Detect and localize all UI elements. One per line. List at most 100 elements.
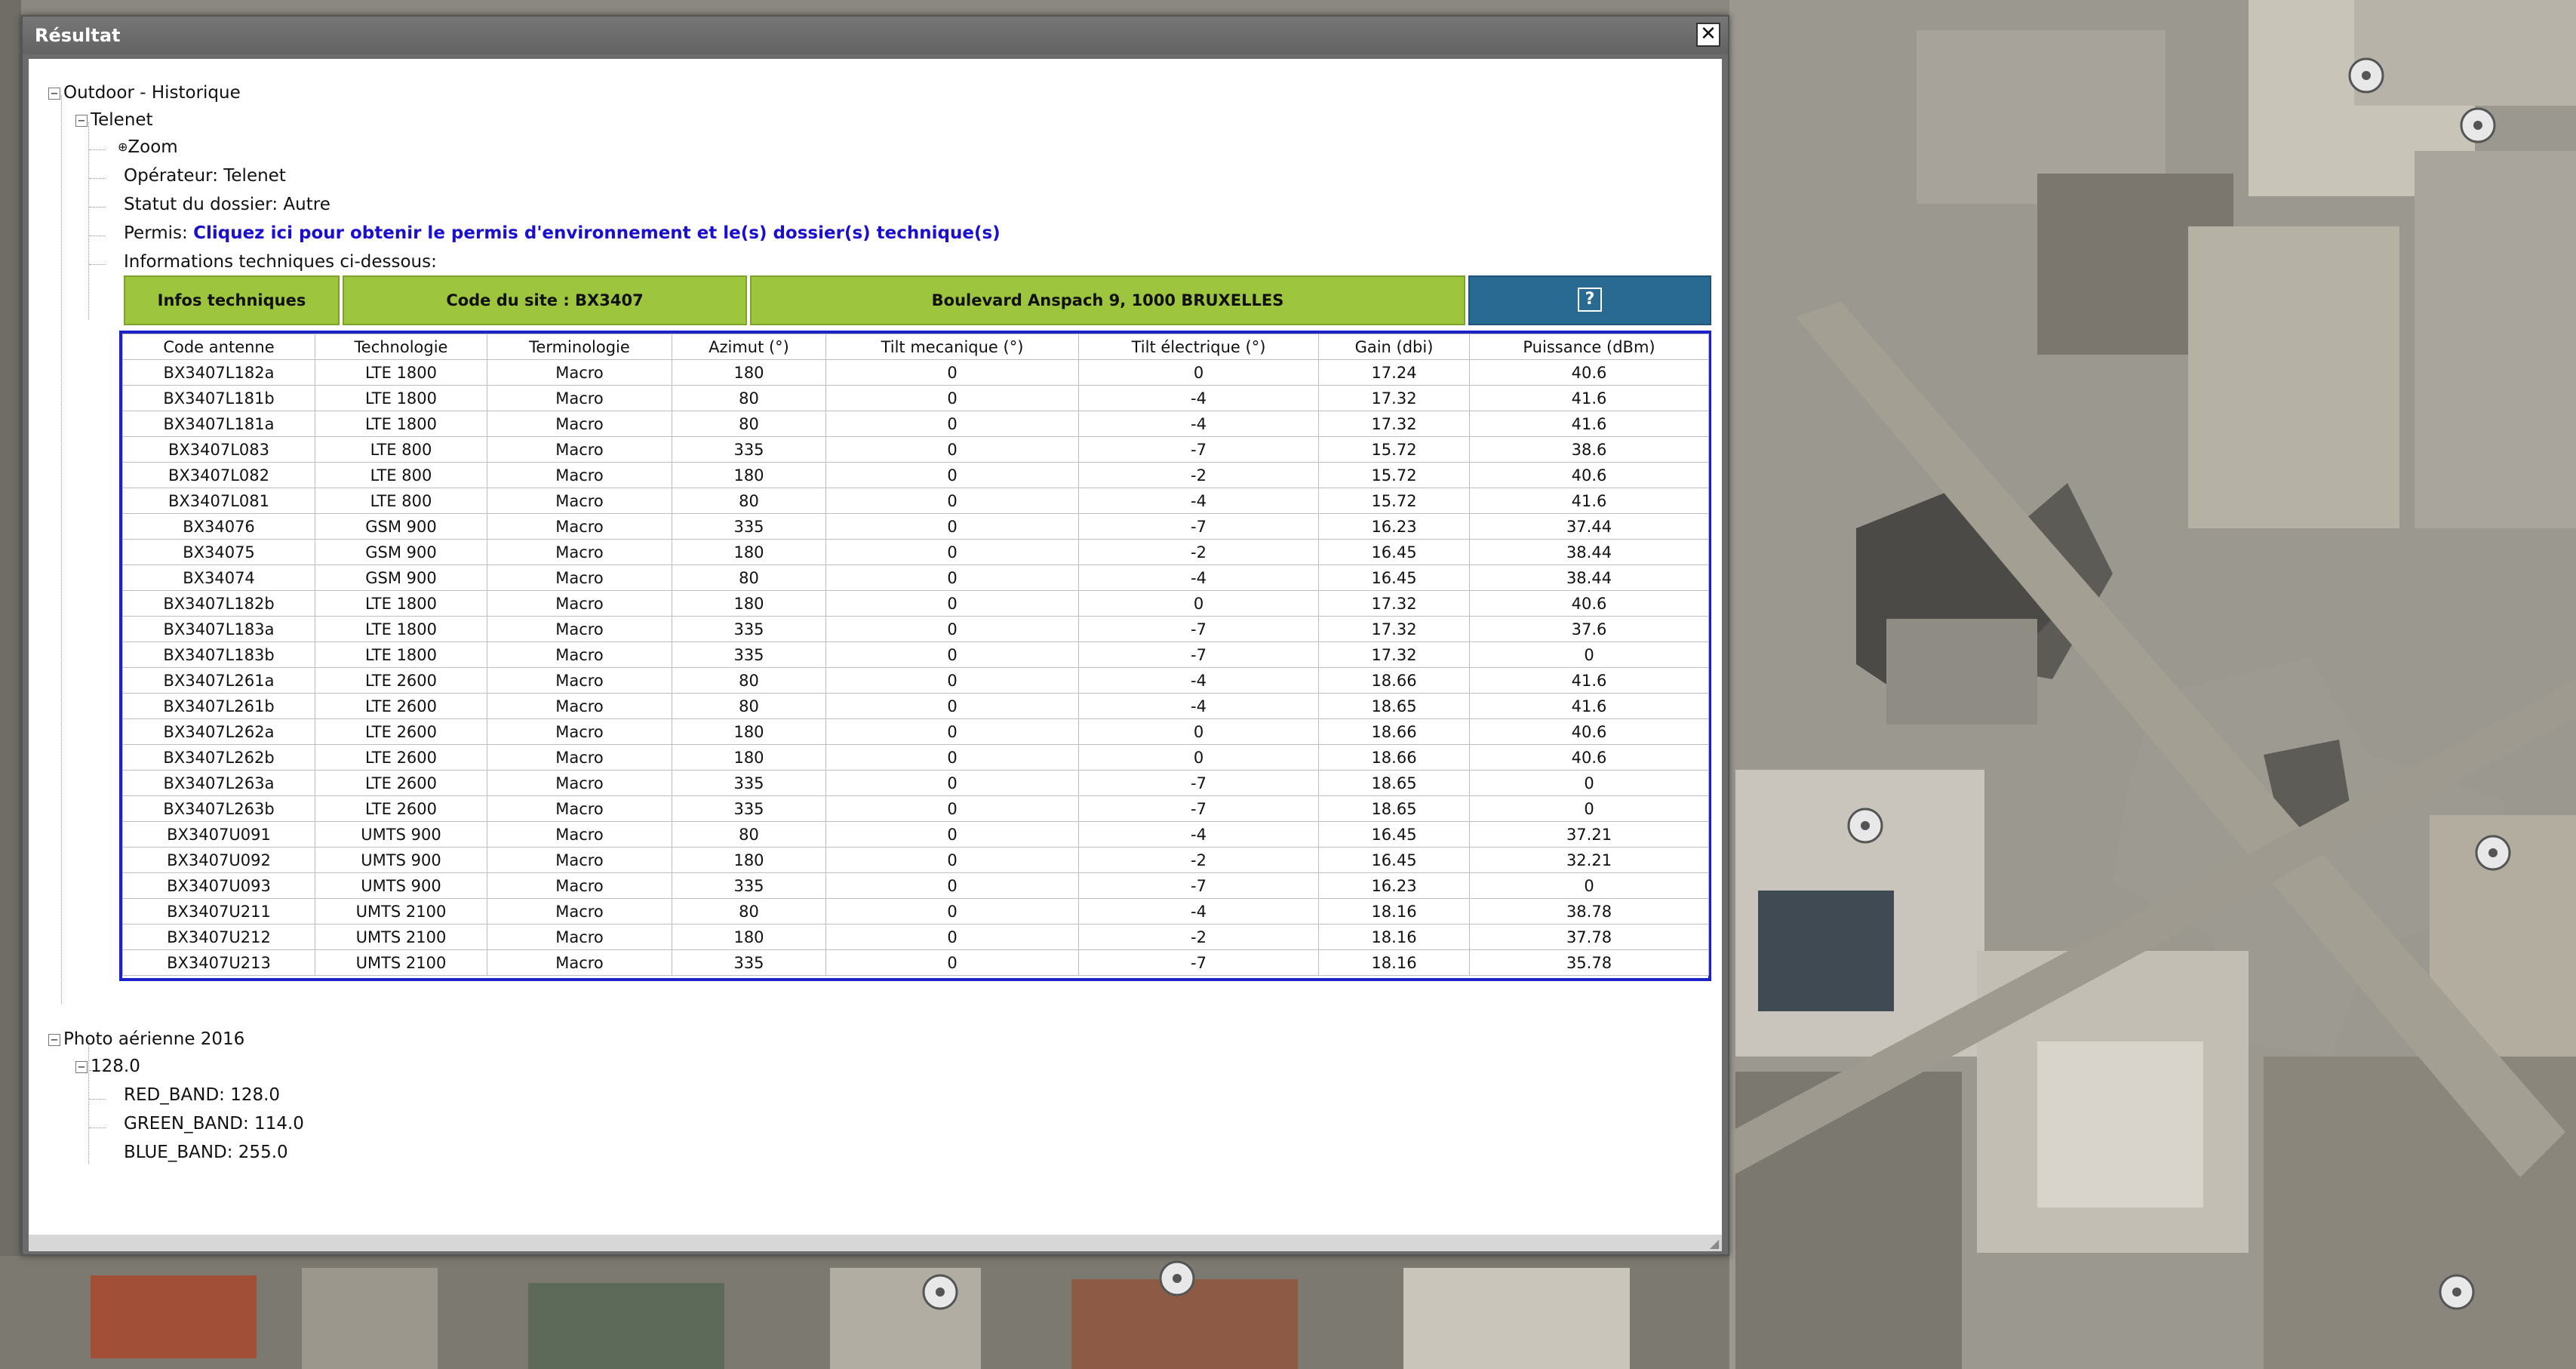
table-cell: Macro [487, 770, 672, 796]
table-cell: Macro [487, 359, 672, 386]
table-cell: -4 [1078, 385, 1319, 411]
antenna-marker-icon[interactable] [2348, 57, 2384, 94]
antenna-marker-icon[interactable] [2460, 107, 2496, 143]
table-cell: -7 [1078, 641, 1319, 668]
table-cell: Macro [487, 924, 672, 950]
table-row: BX3407L263b LTE 2600 Macro 335 0 -7 18.65 0 [122, 795, 1709, 822]
close-button[interactable]: ✕ [1696, 23, 1720, 47]
table-cell: UMTS 900 [315, 872, 487, 899]
table-row: BX3407L262b LTE 2600 Macro 180 0 0 18.66 40.6 [122, 744, 1709, 771]
table-cell: 16.45 [1318, 539, 1470, 565]
table-cell: Macro [487, 872, 672, 899]
table-row: BX3407L262a LTE 2600 Macro 180 0 0 18.66 40.6 [122, 718, 1709, 745]
table-cell: BX3407U093 [122, 872, 315, 899]
table-cell: LTE 800 [315, 488, 487, 514]
table-cell: 18.66 [1318, 667, 1470, 694]
table-cell: 32.21 [1469, 847, 1709, 873]
antenna-marker-icon[interactable] [1159, 1260, 1195, 1297]
table-cell: 0 [825, 539, 1079, 565]
tree-node-label: 128.0 [91, 1057, 140, 1076]
table-cell: 0 [825, 847, 1079, 873]
table-cell: 0 [825, 744, 1079, 771]
table-cell: -4 [1078, 488, 1319, 514]
window-titlebar[interactable]: Résultat ✕ [23, 17, 1728, 54]
tree-node-photo-aerienne[interactable]: − Photo aérienne 2016 [48, 1028, 244, 1051]
table-cell: 0 [825, 565, 1079, 591]
table-cell: 40.6 [1469, 718, 1709, 745]
table-cell: Macro [487, 744, 672, 771]
table-cell: 335 [672, 513, 826, 540]
column-header: Gain (dbi) [1318, 334, 1470, 360]
table-row: BX34074 GSM 900 Macro 80 0 -4 16.45 38.44 [122, 565, 1709, 591]
result-window[interactable]: Résultat ✕ − Outdoor - Historique − Telene… [21, 15, 1729, 1256]
antenna-marker-icon[interactable] [922, 1274, 958, 1310]
table-cell: Macro [487, 436, 672, 463]
tree-node-telenet[interactable]: − Telenet [75, 109, 153, 131]
table-cell: 16.23 [1318, 513, 1470, 540]
table-cell: 335 [672, 872, 826, 899]
table-cell: GSM 900 [315, 565, 487, 591]
permit-line: Permis: Cliquez ici pour obtenir le perm… [124, 222, 1001, 245]
table-cell: 180 [672, 924, 826, 950]
table-cell: 80 [672, 898, 826, 924]
zoom-link[interactable]: ⊕Zoom [118, 136, 178, 158]
table-cell: 18.16 [1318, 924, 1470, 950]
table-row: BX3407L082 LTE 800 Macro 180 0 -2 15.72 40.6 [122, 462, 1709, 488]
collapse-icon[interactable]: − [48, 87, 60, 100]
table-cell: 17.32 [1318, 411, 1470, 437]
table-cell: BX3407L181b [122, 385, 315, 411]
table-cell: 335 [672, 641, 826, 668]
table-cell: Macro [487, 565, 672, 591]
table-row: BX3407U212 UMTS 2100 Macro 180 0 -2 18.16 37.78 [122, 924, 1709, 950]
table-cell: BX3407L082 [122, 462, 315, 488]
table-cell: 0 [825, 641, 1079, 668]
table-cell: 0 [825, 590, 1079, 617]
table-cell: UMTS 2100 [315, 924, 487, 950]
table-cell: LTE 2600 [315, 718, 487, 745]
table-cell: 0 [825, 949, 1079, 976]
table-cell: 37.6 [1469, 616, 1709, 642]
antenna-marker-icon[interactable] [2475, 835, 2511, 871]
table-cell: 180 [672, 590, 826, 617]
table-cell: BX3407L262b [122, 744, 315, 771]
status-line: Statut du dossier: Autre [124, 195, 330, 214]
table-cell: 38.6 [1469, 436, 1709, 463]
tree-node-128[interactable]: −128.0 [75, 1055, 140, 1078]
table-cell: 335 [672, 949, 826, 976]
table-cell: 0 [825, 513, 1079, 540]
table-cell: 38.78 [1469, 898, 1709, 924]
permit-link[interactable]: Cliquez ici pour obtenir le permis d'env… [193, 223, 1001, 243]
table-cell: BX3407L263a [122, 770, 315, 796]
table-cell: 80 [672, 411, 826, 437]
site-code-cell: Code du site : BX3407 [343, 275, 747, 325]
tree-node-label: Telenet [91, 110, 153, 130]
table-cell: BX34076 [122, 513, 315, 540]
collapse-icon[interactable]: − [75, 114, 88, 127]
table-cell: Macro [487, 795, 672, 822]
table-cell: LTE 800 [315, 436, 487, 463]
table-cell: Macro [487, 821, 672, 848]
table-cell: 17.32 [1318, 616, 1470, 642]
table-row: BX3407U213 UMTS 2100 Macro 335 0 -7 18.16 35.78 [122, 949, 1709, 976]
collapse-icon[interactable]: − [75, 1060, 88, 1073]
tree-node-outdoor-historique[interactable]: − Outdoor - Historique [48, 82, 241, 104]
table-cell: 0 [1469, 795, 1709, 822]
collapse-icon[interactable]: − [48, 1033, 60, 1046]
antenna-marker-icon[interactable] [1847, 808, 1883, 844]
table-cell: LTE 1800 [315, 641, 487, 668]
table-row: BX3407L083 LTE 800 Macro 335 0 -7 15.72 38.6 [122, 436, 1709, 463]
antenna-table-frame: Code antenne Technologie Terminologie Azimu… [119, 331, 1711, 981]
table-row: BX3407L182a LTE 1800 Macro 180 0 0 17.24 40.6 [122, 359, 1709, 386]
table-cell: Macro [487, 847, 672, 873]
table-cell: 17.32 [1318, 385, 1470, 411]
antenna-marker-icon[interactable] [2439, 1274, 2475, 1310]
table-cell: BX3407U211 [122, 898, 315, 924]
help-icon[interactable]: ? [1578, 288, 1602, 312]
table-cell: LTE 800 [315, 462, 487, 488]
resize-grip-icon[interactable]: ◢ [1707, 1236, 1722, 1251]
table-cell: 15.72 [1318, 488, 1470, 514]
table-cell: -4 [1078, 821, 1319, 848]
table-cell: -7 [1078, 513, 1319, 540]
table-cell: 41.6 [1469, 693, 1709, 719]
column-header: Tilt mecanique (°) [825, 334, 1079, 360]
